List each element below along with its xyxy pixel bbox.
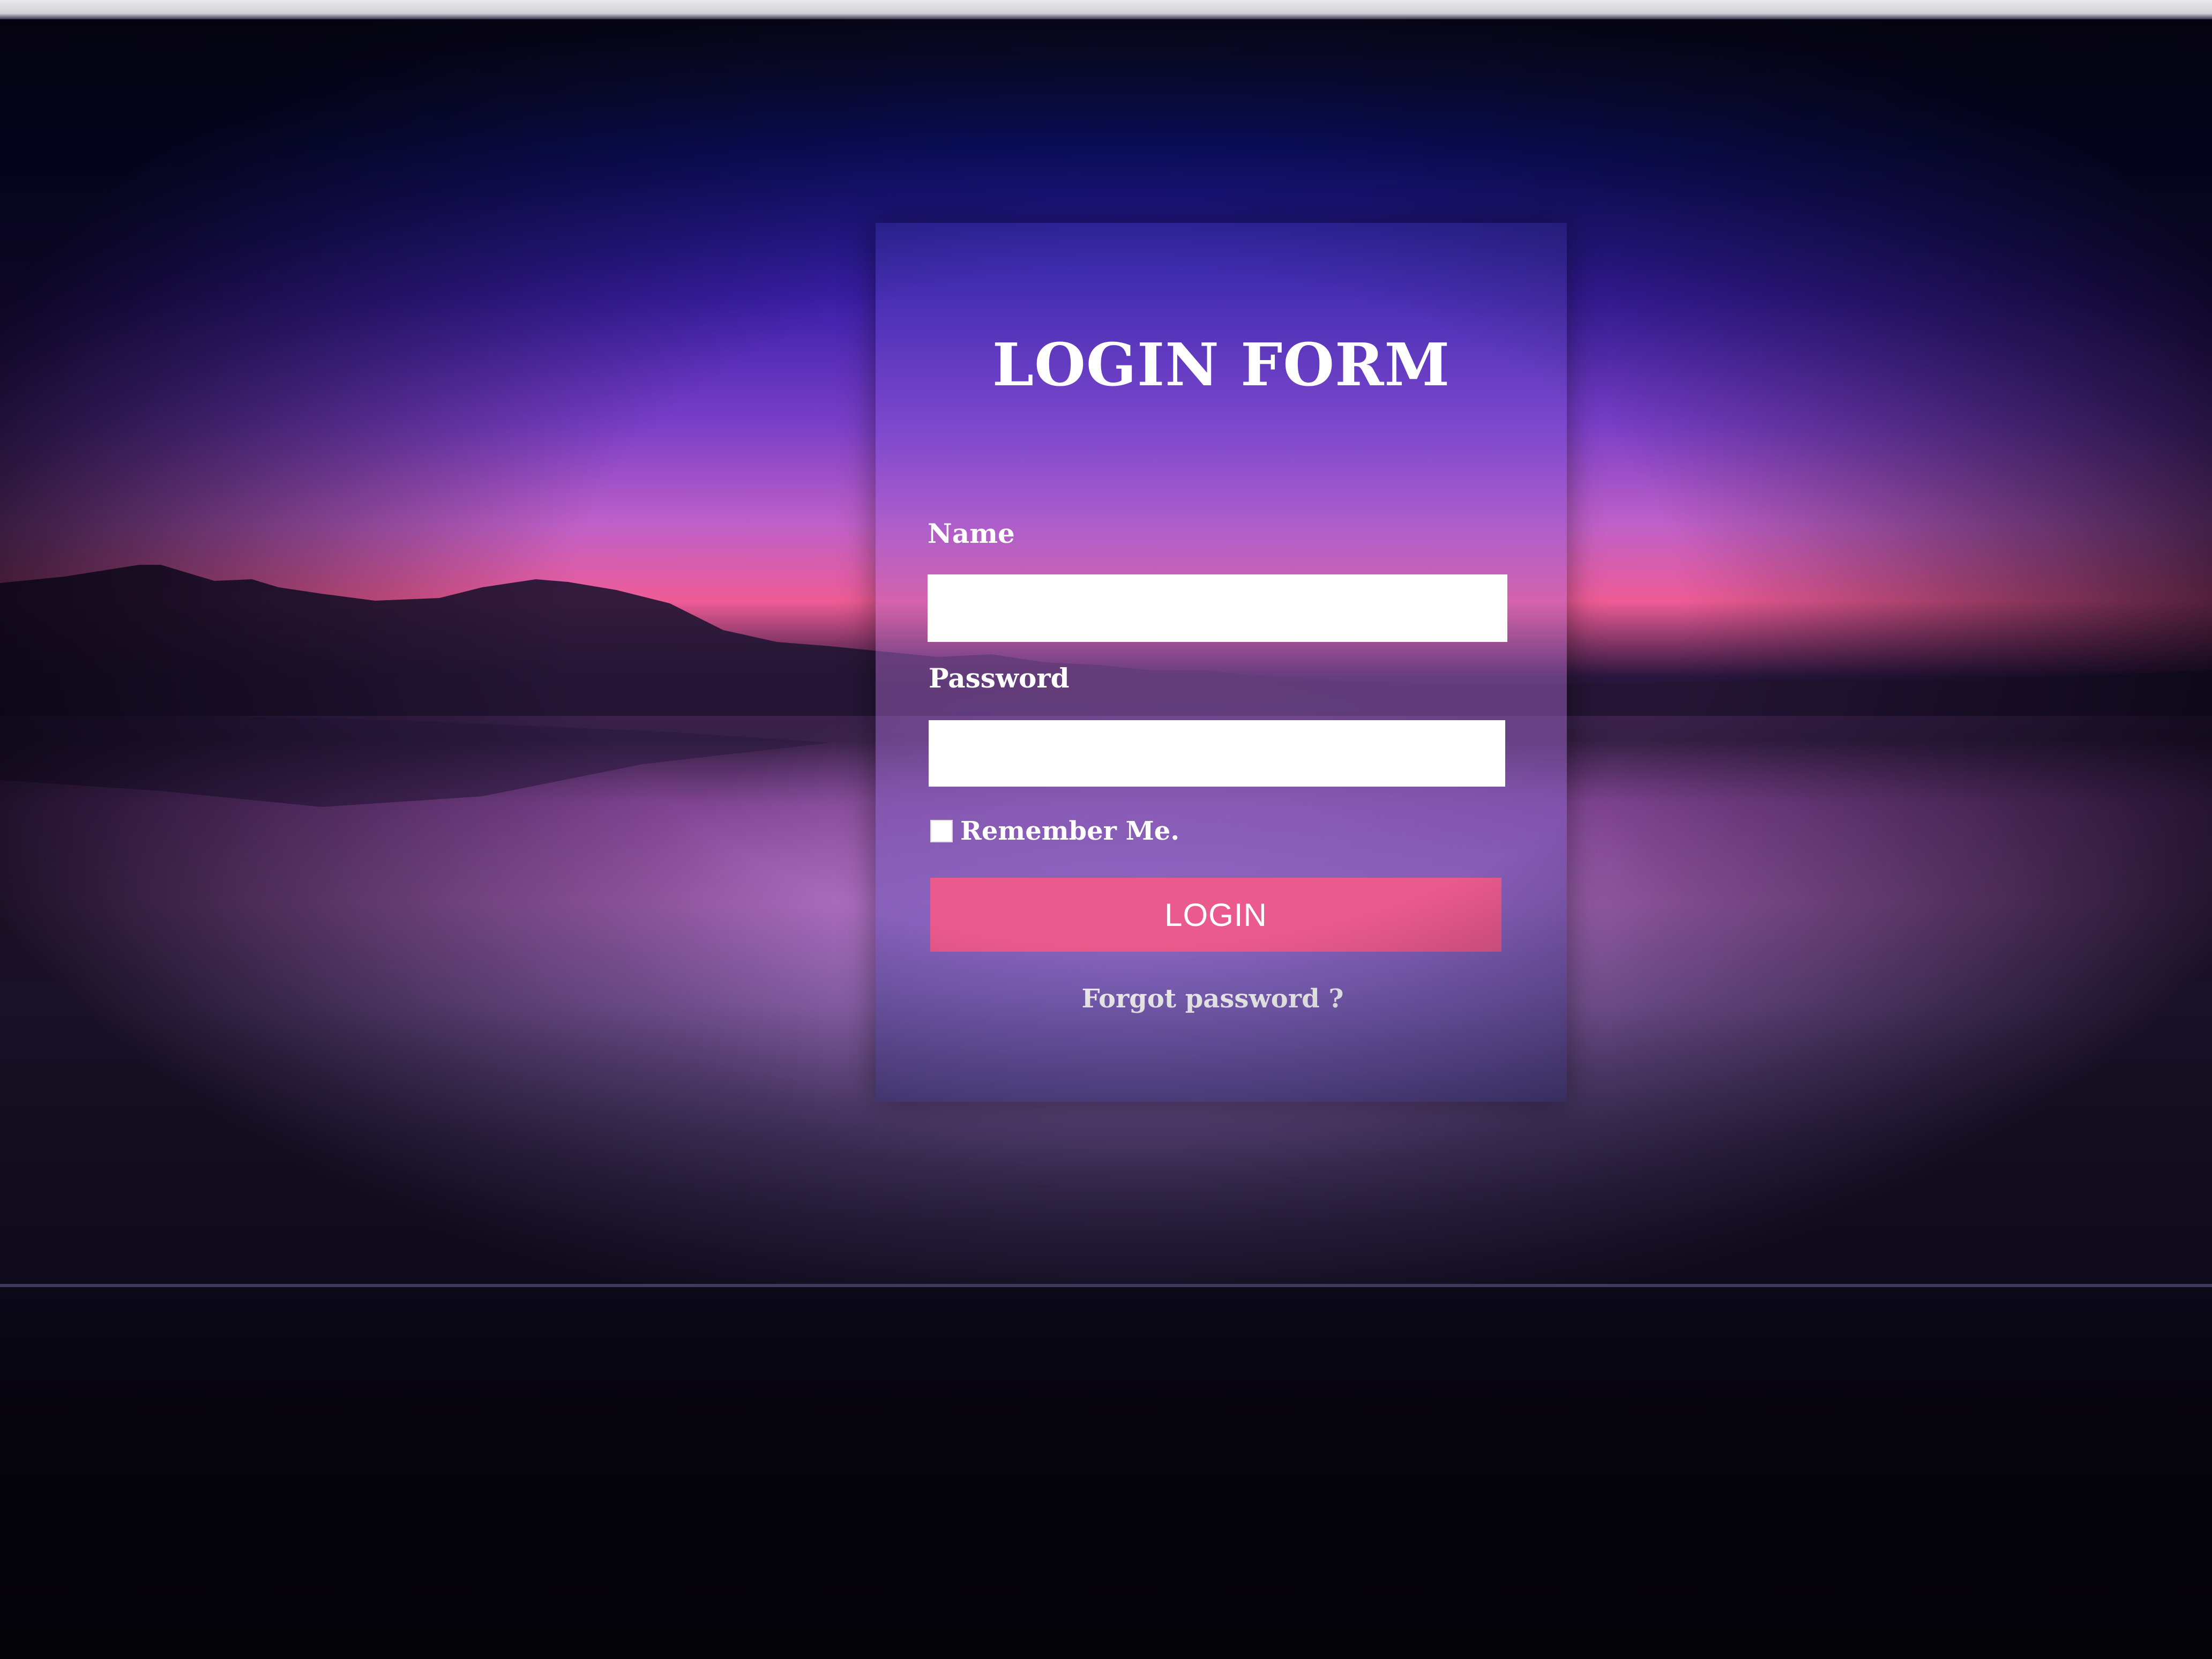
photo: LOGIN FORM Name Password Remember Me. LO… — [0, 0, 2212, 1659]
password-label: Password — [929, 662, 1070, 694]
monitor-bezel — [0, 0, 2212, 19]
remember-me-label[interactable]: Remember Me. — [960, 816, 1179, 846]
name-label: Name — [928, 518, 1015, 549]
login-button[interactable]: LOGIN — [930, 878, 1501, 952]
password-input[interactable] — [929, 720, 1505, 787]
login-card: LOGIN FORM Name Password Remember Me. LO… — [876, 223, 1567, 1102]
screen: LOGIN FORM Name Password Remember Me. LO… — [0, 19, 2212, 1284]
keyboard-area — [0, 1284, 2212, 1659]
forgot-password-link[interactable]: Forgot password ? — [876, 984, 1550, 1014]
form-title: LOGIN FORM — [992, 330, 1451, 399]
remember-me-row[interactable]: Remember Me. — [930, 812, 1179, 850]
name-input[interactable] — [928, 574, 1507, 642]
remember-me-checkbox[interactable] — [930, 820, 953, 842]
